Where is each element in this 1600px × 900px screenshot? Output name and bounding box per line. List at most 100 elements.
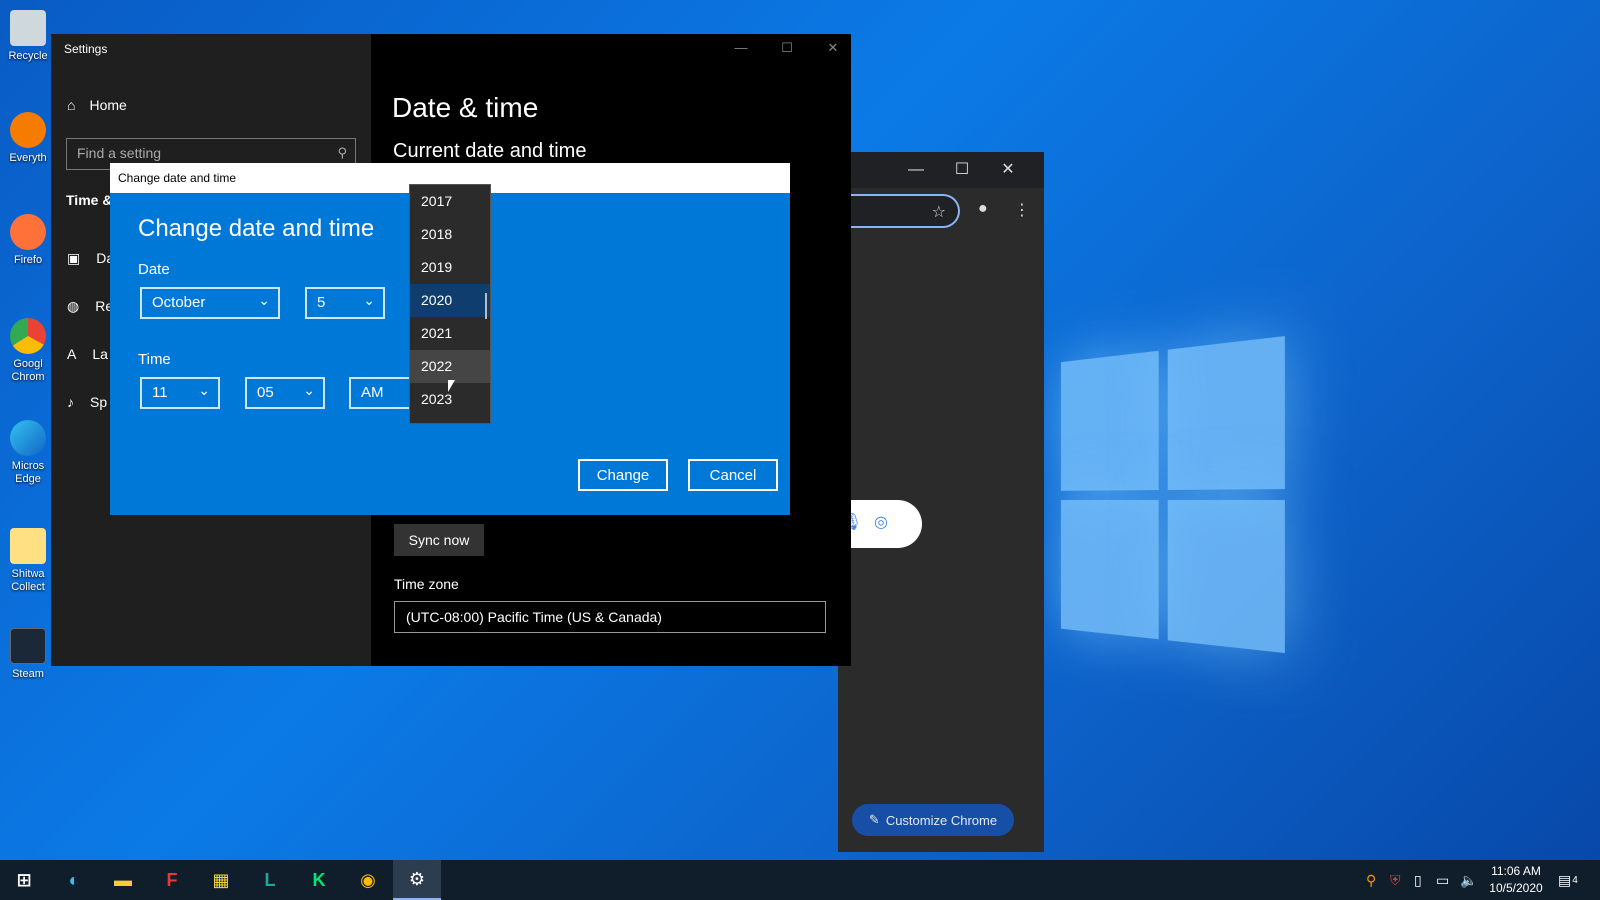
window-title: Settings bbox=[64, 42, 107, 56]
sync-now-button[interactable]: Sync now bbox=[394, 524, 484, 556]
tray-usb-icon[interactable]: ▯ bbox=[1414, 860, 1422, 900]
dropdown-scrollbar[interactable] bbox=[485, 293, 487, 319]
chevron-down-icon: ⌄ bbox=[258, 292, 270, 309]
fs-app-icon: F bbox=[167, 870, 178, 891]
edge-icon: ◐ bbox=[69, 870, 80, 891]
taskbar-app-ls[interactable]: L bbox=[246, 860, 294, 900]
tray-search-icon[interactable]: ⚲ bbox=[1366, 860, 1376, 900]
desktop-icon-label: Steam bbox=[12, 668, 44, 681]
customize-chrome-button[interactable]: ✎ Customize Chrome bbox=[852, 804, 1014, 836]
sidebar-item-language[interactable]: A La bbox=[67, 346, 108, 362]
chrome-icon: ◉ bbox=[360, 870, 376, 891]
day-select[interactable]: 5 ⌄ bbox=[305, 287, 385, 319]
chrome-maximize-button[interactable]: ☐ bbox=[950, 158, 974, 182]
year-option[interactable]: 2018 bbox=[410, 218, 490, 251]
chrome-titlebar: — ☐ ✕ bbox=[838, 152, 1044, 188]
minute-select[interactable]: 05 ⌄ bbox=[245, 377, 325, 409]
taskbar-file-explorer[interactable]: ▬ bbox=[99, 860, 147, 900]
bookmark-star-icon[interactable]: ☆ bbox=[932, 202, 946, 222]
chrome-window: — ☐ ✕ ☆ ● ⋮ 🎙 ◎ ✎ Customize Chrome bbox=[838, 152, 1044, 852]
desktop-icon-label: Micros Edge bbox=[0, 460, 56, 486]
action-center-button[interactable]: ▤ 4 bbox=[1558, 860, 1578, 900]
sidebar-item-region[interactable]: ◍ Re bbox=[67, 298, 113, 315]
mouse-cursor-icon bbox=[448, 380, 455, 392]
recycle-bin-icon bbox=[10, 10, 46, 46]
firefox-icon bbox=[10, 214, 46, 250]
tray-shield-icon[interactable]: ⛨ bbox=[1390, 860, 1401, 900]
tray-network-icon[interactable]: ▭ bbox=[1436, 860, 1449, 900]
hour-value: 11 bbox=[152, 384, 168, 401]
hour-select[interactable]: 11 ⌄ bbox=[140, 377, 220, 409]
taskbar: ⊞ ◐ ▬ F ▦ L K ◉ ⚙ ⚲ ⛨ ▯ ▭ 🔈 11:06 AM 10/… bbox=[0, 860, 1600, 900]
everything-search-icon bbox=[10, 112, 46, 148]
year-option-hovered[interactable]: 2022 bbox=[410, 350, 490, 383]
windows-start-icon: ⊞ bbox=[16, 870, 31, 891]
chrome-menu-icon[interactable]: ⋮ bbox=[1014, 200, 1030, 220]
home-label: Home bbox=[89, 97, 126, 113]
maximize-button[interactable]: ☐ bbox=[767, 40, 807, 64]
chevron-down-icon: ⌄ bbox=[363, 292, 375, 309]
timezone-select[interactable]: (UTC-08:00) Pacific Time (US & Canada) bbox=[394, 601, 826, 633]
taskbar-edge[interactable]: ◐ bbox=[50, 860, 98, 900]
ls-app-icon: L bbox=[265, 870, 276, 891]
chevron-down-icon: ⌄ bbox=[198, 382, 210, 399]
cancel-button[interactable]: Cancel bbox=[688, 459, 778, 491]
dialog-heading: Change date and time bbox=[138, 215, 374, 243]
month-select[interactable]: October ⌄ bbox=[140, 287, 280, 319]
taskbar-app-kt[interactable]: K bbox=[295, 860, 343, 900]
year-option[interactable]: 2019 bbox=[410, 251, 490, 284]
desktop-icon-label: Googl Chrom bbox=[0, 358, 56, 384]
date-label: Date bbox=[138, 261, 170, 278]
desktop-icon-edge[interactable]: Micros Edge bbox=[0, 414, 56, 496]
close-button[interactable]: ✕ bbox=[813, 40, 853, 64]
clock-date: 10/5/2020 bbox=[1484, 880, 1548, 897]
desktop-icon-label: Recycle bbox=[8, 50, 47, 63]
notification-count: 4 bbox=[1572, 875, 1578, 886]
year-option-selected[interactable]: 2020 bbox=[410, 284, 490, 317]
windows-wallpaper-logo bbox=[1061, 336, 1289, 665]
taskbar-app-grid[interactable]: ▦ bbox=[197, 860, 245, 900]
desktop-icon-folder[interactable]: Shitwa Collect bbox=[0, 522, 56, 604]
minimize-button[interactable]: — bbox=[721, 40, 761, 64]
taskbar-settings[interactable]: ⚙ bbox=[393, 860, 441, 900]
ampm-value: AM bbox=[361, 384, 384, 401]
customize-chrome-label: Customize Chrome bbox=[886, 813, 997, 828]
timezone-value: (UTC-08:00) Pacific Time (US & Canada) bbox=[406, 609, 662, 625]
taskbar-clock[interactable]: 11:06 AM 10/5/2020 bbox=[1484, 863, 1548, 897]
notification-icon: ▤ bbox=[1558, 872, 1571, 889]
home-icon: ⌂ bbox=[67, 97, 75, 113]
desktop-icon-label: Everyth bbox=[9, 152, 46, 165]
sidebar-item-home[interactable]: ⌂ Home bbox=[67, 97, 127, 113]
folder-icon bbox=[10, 528, 46, 564]
year-option[interactable]: 2021 bbox=[410, 317, 490, 350]
sidebar-item-label: Sp bbox=[90, 394, 107, 410]
desktop-icon-recycle-bin[interactable]: Recycle bbox=[0, 4, 56, 86]
desktop-icon-steam[interactable]: Steam bbox=[0, 622, 56, 704]
globe-icon: ◍ bbox=[67, 298, 79, 315]
sidebar-item-date-time[interactable]: ▣ Da bbox=[67, 250, 114, 267]
sidebar-item-label: La bbox=[92, 346, 108, 362]
timezone-label: Time zone bbox=[394, 576, 459, 592]
chrome-close-button[interactable]: ✕ bbox=[996, 158, 1020, 182]
taskbar-app-fs[interactable]: F bbox=[148, 860, 196, 900]
minute-value: 05 bbox=[257, 384, 274, 401]
lens-icon[interactable]: ◎ bbox=[874, 512, 888, 532]
microphone-icon: ♪ bbox=[67, 394, 74, 410]
tray-volume-icon[interactable]: 🔈 bbox=[1460, 860, 1477, 900]
year-option[interactable]: 2017 bbox=[410, 185, 490, 218]
desktop-icon-chrome[interactable]: Googl Chrom bbox=[0, 312, 56, 394]
profile-icon[interactable]: ● bbox=[978, 200, 988, 218]
kt-app-icon: K bbox=[313, 870, 326, 891]
edge-icon bbox=[10, 420, 46, 456]
desktop-icon-everything[interactable]: Everyth bbox=[0, 106, 56, 188]
chrome-icon bbox=[10, 318, 46, 354]
section-heading: Current date and time bbox=[393, 140, 586, 163]
chrome-minimize-button[interactable]: — bbox=[904, 158, 928, 182]
chrome-omnibox[interactable]: ☆ bbox=[838, 194, 960, 228]
sidebar-item-speech[interactable]: ♪ Sp bbox=[67, 394, 107, 410]
desktop-icon-firefox[interactable]: Firefo bbox=[0, 208, 56, 290]
change-button[interactable]: Change bbox=[578, 459, 668, 491]
start-button[interactable]: ⊞ bbox=[0, 860, 48, 900]
taskbar-chrome[interactable]: ◉ bbox=[344, 860, 392, 900]
month-value: October bbox=[152, 294, 205, 311]
